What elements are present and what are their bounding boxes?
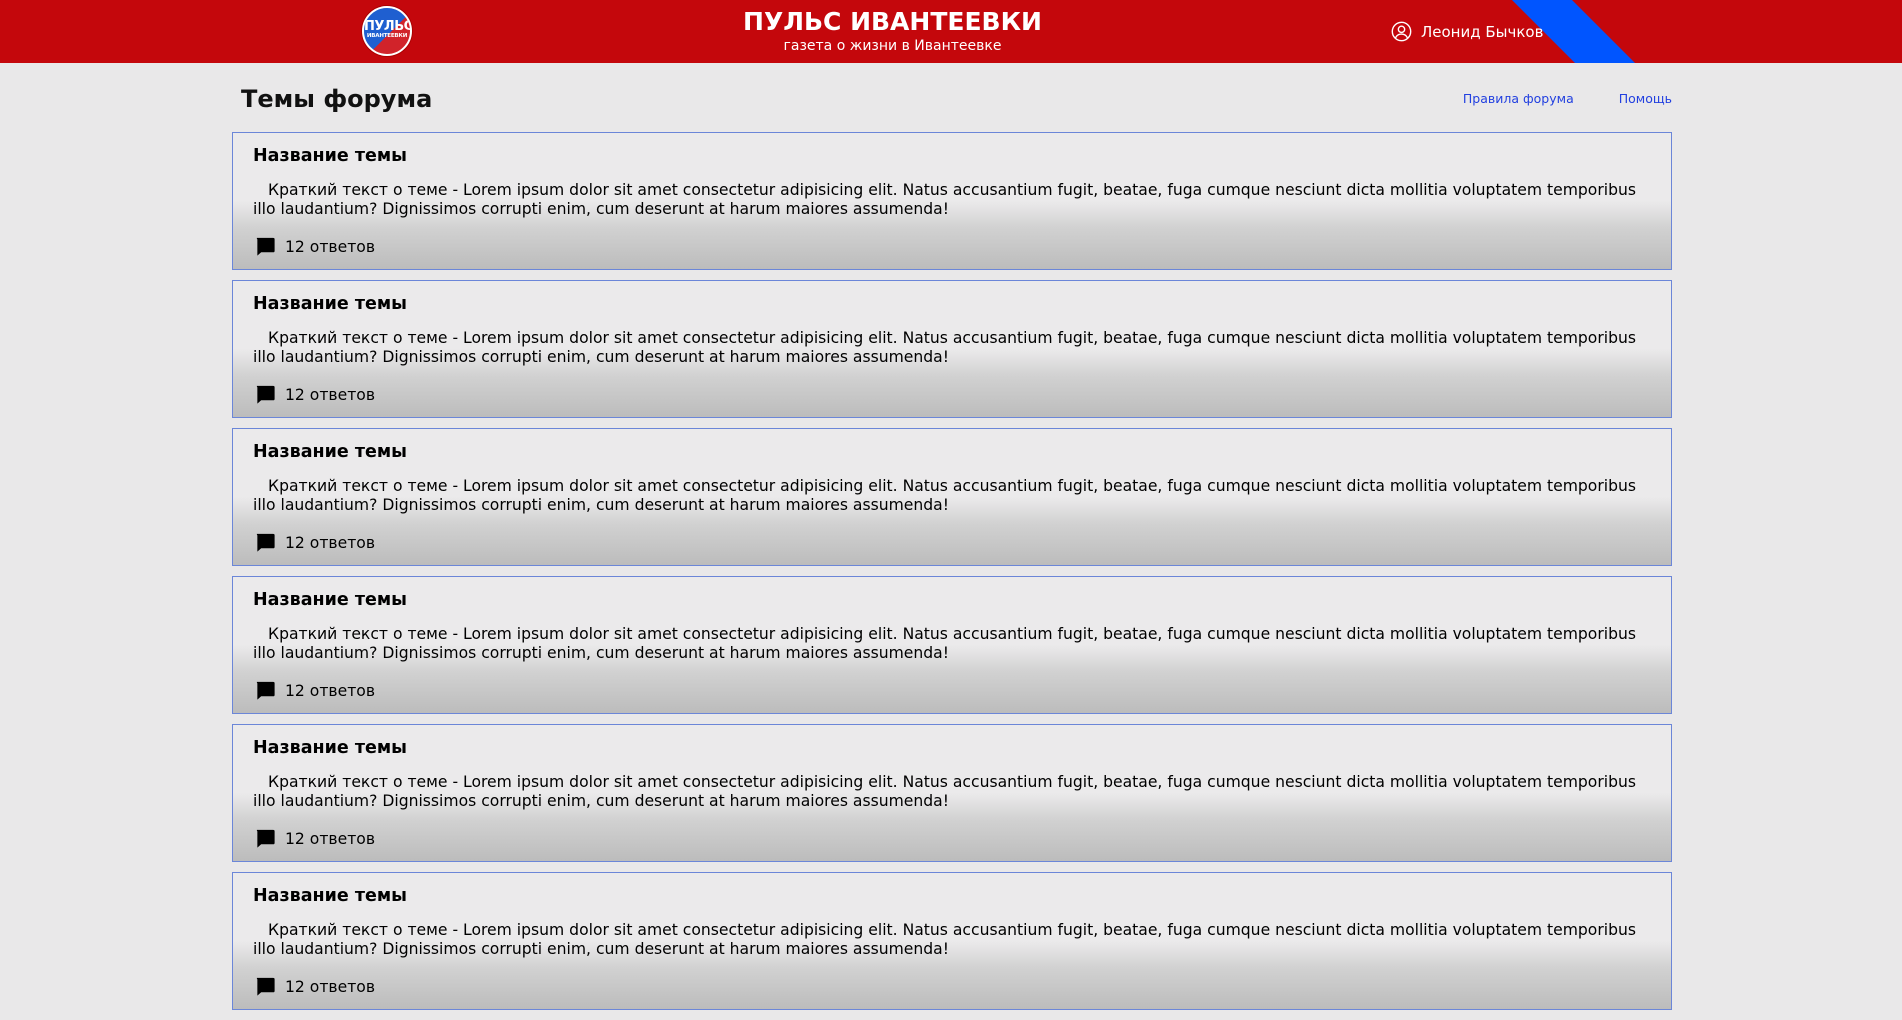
topic-title[interactable]: Название темы [253,145,407,167]
site-header: ПУЛЬС ИВАНТЕЕВКИ ПУЛЬС ИВАНТЕЕВКИ газета… [0,0,1902,63]
topic-excerpt: Краткий текст о теме - Lorem ipsum dolor… [253,181,1636,218]
topic-excerpt: Краткий текст о теме - Lorem ipsum dolor… [253,625,1636,662]
topic-list: Название темы Краткий текст о теме - Lor… [232,132,1672,1020]
comment-bubble-icon [256,385,275,404]
topic-title[interactable]: Название темы [253,441,407,463]
comment-bubble-icon [256,829,275,848]
topic-card[interactable]: Название темы Краткий текст о теме - Lor… [232,724,1672,862]
comment-bubble-icon [256,977,275,996]
comment-bubble-icon [256,681,275,700]
topic-excerpt: Краткий текст о теме - Lorem ipsum dolor… [253,477,1636,514]
reply-count: 12 ответов [285,829,376,848]
topic-excerpt: Краткий текст о теме - Lorem ipsum dolor… [253,921,1636,958]
topic-card[interactable]: Название темы Краткий текст о теме - Lor… [232,576,1672,714]
topic-card[interactable]: Название темы Краткий текст о теме - Lor… [232,132,1672,270]
topic-title[interactable]: Название темы [253,589,407,611]
reply-count: 12 ответов [285,237,376,256]
topic-card[interactable]: Название темы Краткий текст о теме - Lor… [232,872,1672,1010]
user-name: Леонид Бычков [1421,22,1544,41]
topic-excerpt: Краткий текст о теме - Lorem ipsum dolor… [253,329,1636,366]
comment-bubble-icon [256,533,275,552]
topic-replies: 12 ответов [254,235,375,258]
comment-bubble-icon [256,237,275,256]
reply-count: 12 ответов [285,681,376,700]
reply-count: 12 ответов [285,977,376,996]
page-links: Правила форума Помощь [1418,91,1672,107]
topic-title[interactable]: Название темы [253,885,407,907]
topic-card[interactable]: Название темы Краткий текст о теме - Lor… [232,280,1672,418]
topic-replies: 12 ответов [254,827,375,850]
reply-count: 12 ответов [285,385,376,404]
topic-excerpt: Краткий текст о теме - Lorem ipsum dolor… [253,773,1636,810]
help-link[interactable]: Помощь [1619,91,1672,107]
forum-rules-link[interactable]: Правила форума [1463,91,1574,107]
user-profile-link[interactable]: Леонид Бычков [1391,21,1543,42]
topic-replies: 12 ответов [254,531,375,554]
topic-title[interactable]: Название темы [253,737,407,759]
topic-card[interactable]: Название темы Краткий текст о теме - Lor… [232,428,1672,566]
user-circle-icon [1391,21,1412,42]
reply-count: 12 ответов [285,533,376,552]
topic-replies: 12 ответов [254,975,375,998]
page-header: Темы форума Правила форума Помощь [232,63,1672,131]
topic-replies: 12 ответов [254,679,375,702]
page-title: Темы форума [241,85,433,113]
topic-replies: 12 ответов [254,383,375,406]
topic-title[interactable]: Название темы [253,293,407,315]
